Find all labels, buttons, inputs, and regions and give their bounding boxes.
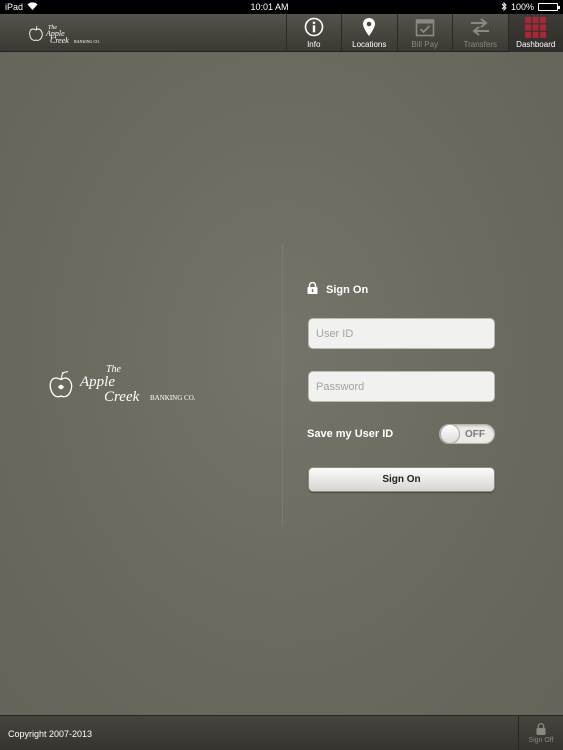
header-logo: The Apple Creek BANKING CO. [28, 21, 108, 45]
sign-off-label: Sign Off [528, 737, 554, 744]
svg-text:Creek: Creek [50, 36, 69, 45]
save-user-id-label: Save my User ID [307, 428, 394, 440]
save-user-id-toggle[interactable]: OFF [439, 424, 495, 444]
battery-icon [537, 3, 560, 11]
nav-bill-pay-label: Bill Pay [411, 40, 439, 49]
nav-locations-label: Locations [352, 40, 387, 49]
nav-bar: The Apple Creek BANKING CO. Info Locatio… [0, 14, 563, 52]
nav-transfers-label: Transfers [463, 40, 498, 49]
location-pin-icon [358, 16, 380, 38]
clock: 10:01 AM [250, 2, 289, 12]
signon-heading: Sign On [307, 281, 369, 297]
password-input[interactable] [308, 371, 495, 402]
nav-info[interactable]: Info [285, 14, 342, 52]
toggle-state-label: OFF [465, 429, 485, 440]
sign-off-button[interactable]: Sign Off [518, 716, 563, 750]
info-icon [303, 16, 325, 38]
nav-bill-pay[interactable]: Bill Pay [396, 14, 453, 52]
svg-text:BANKING CO.: BANKING CO. [74, 39, 100, 44]
status-bar: iPad 10:01 AM 100% [0, 0, 563, 14]
battery-percent: 100% [510, 2, 534, 12]
transfer-arrows-icon [469, 16, 491, 38]
nav-transfers[interactable]: Transfers [452, 14, 508, 52]
lock-icon [307, 281, 318, 297]
apple-logo-icon: The Apple Creek BANKING CO. [29, 25, 100, 45]
logo-banking: BANKING CO. [150, 394, 196, 402]
toggle-knob [440, 424, 460, 444]
bluetooth-icon [501, 1, 507, 13]
nav-dashboard[interactable]: Dashboard [507, 14, 563, 52]
lock-icon [536, 723, 546, 737]
vertical-divider [282, 244, 283, 526]
wifi-icon [27, 2, 38, 12]
sign-on-button[interactable]: Sign On [308, 467, 495, 492]
signon-title: Sign On [326, 283, 369, 296]
nav-info-label: Info [307, 40, 321, 49]
copyright-text: Copyright 2007-2013 [8, 729, 93, 739]
save-user-id-row: Save my User ID OFF [307, 424, 495, 444]
apple-logo-icon: The Apple Creek BANKING CO. [49, 364, 196, 405]
user-id-input[interactable] [308, 318, 495, 349]
logo-creek: Creek [104, 389, 140, 405]
device-name: iPad [5, 2, 24, 12]
nav-dashboard-label: Dashboard [516, 40, 556, 49]
bank-logo: The Apple Creek BANKING CO. [48, 362, 213, 406]
calendar-check-icon [414, 16, 436, 38]
dashboard-grid-icon [525, 16, 547, 38]
logo-apple: Apple [79, 374, 115, 390]
nav-locations[interactable]: Locations [341, 14, 397, 52]
footer-bar: Copyright 2007-2013 Sign Off [0, 715, 563, 750]
